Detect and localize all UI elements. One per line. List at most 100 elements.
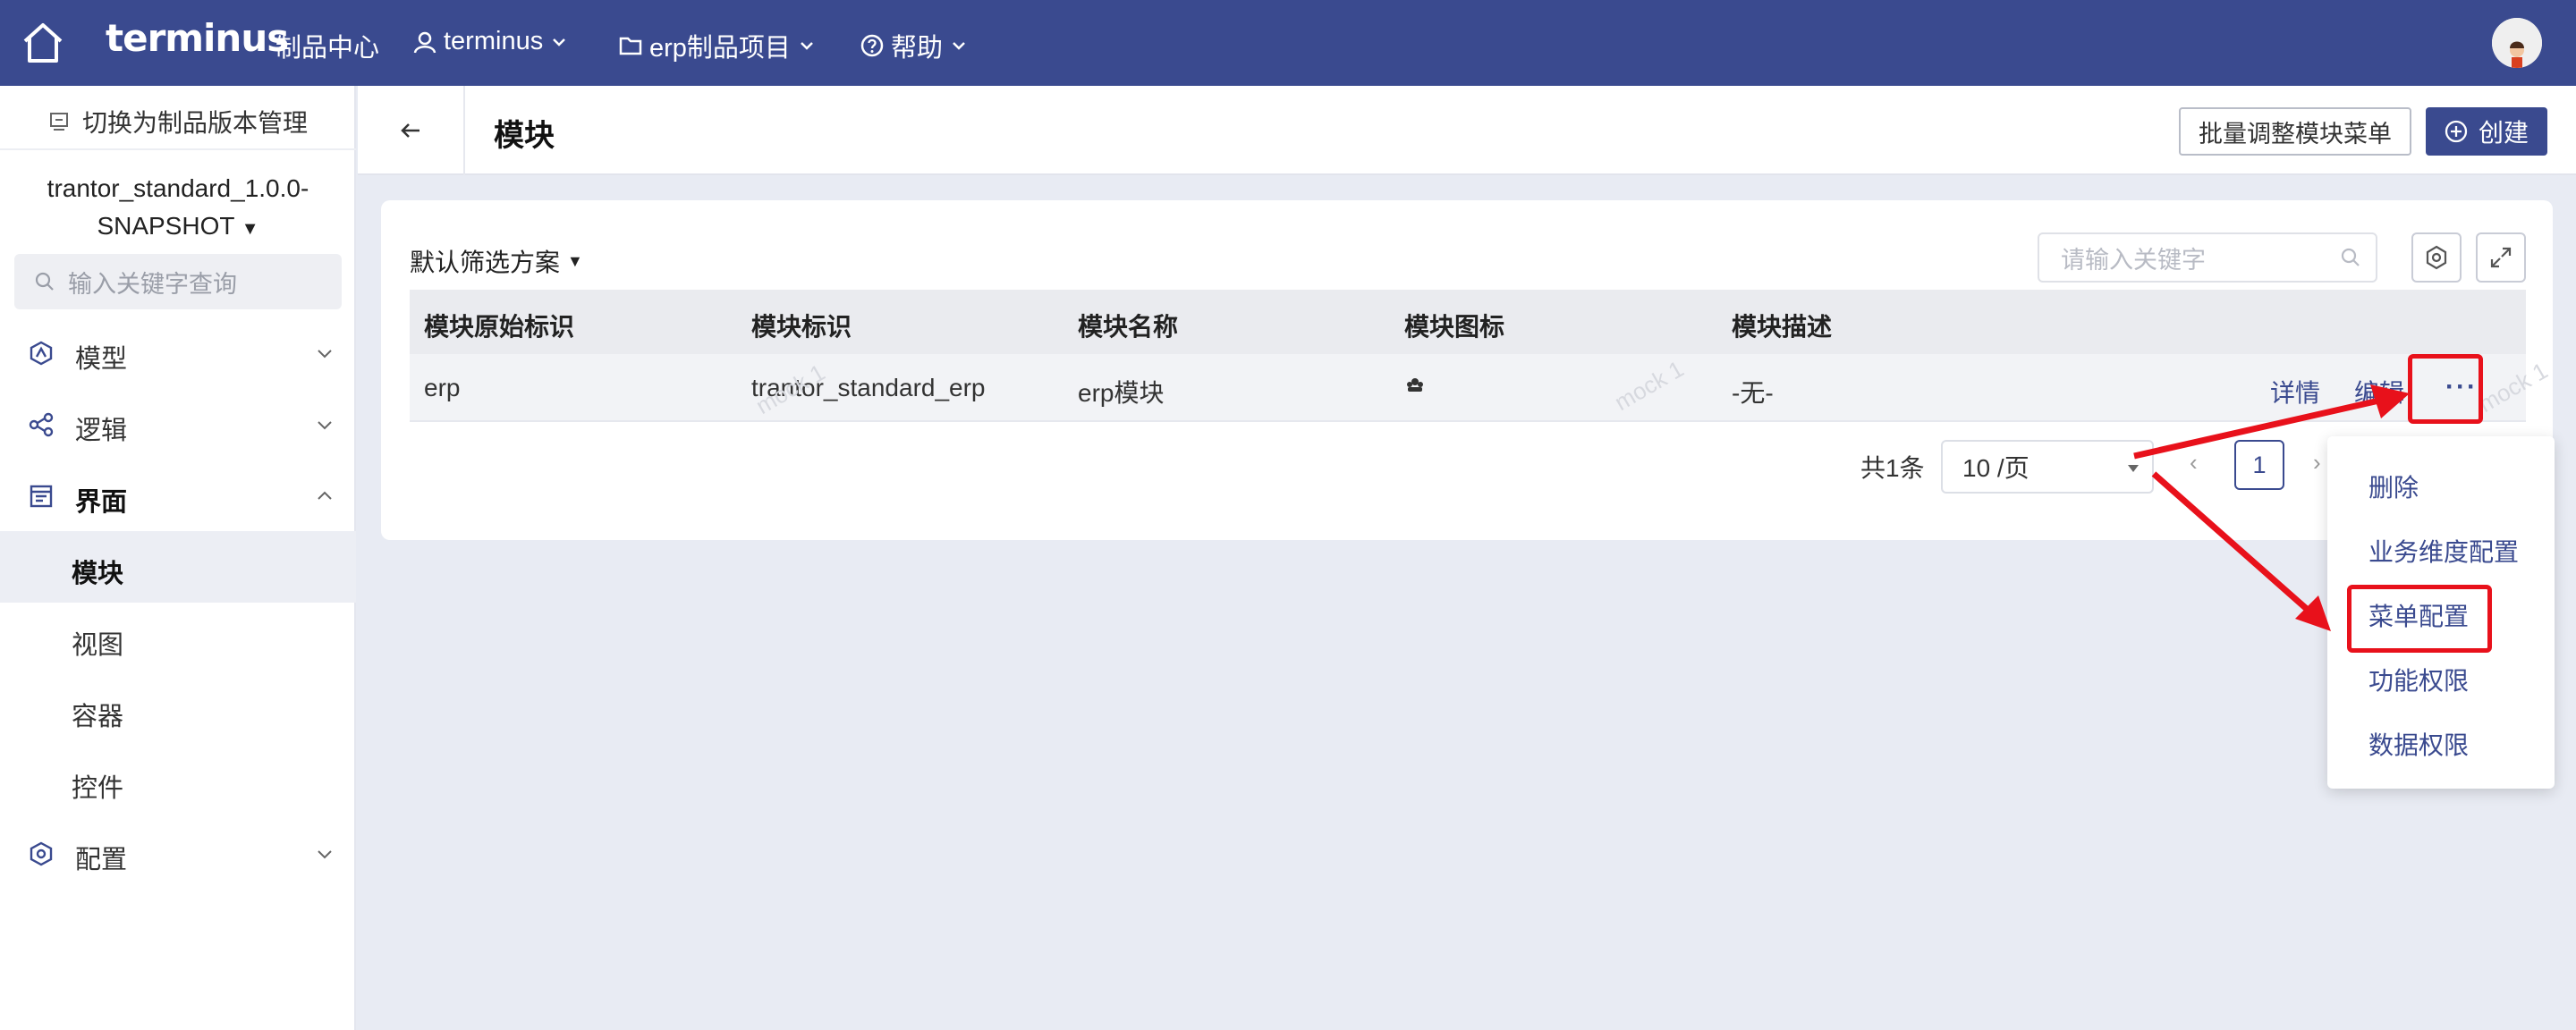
table-settings-button[interactable] bbox=[2411, 232, 2462, 283]
column-header: 模块描述 bbox=[1732, 313, 1833, 341]
fullscreen-button[interactable] bbox=[2476, 232, 2526, 283]
expand-icon bbox=[2490, 247, 2512, 268]
menu-item-business-dimension[interactable]: 业务维度配置 bbox=[2368, 533, 2519, 569]
sidebar-item-label: 模型 bbox=[75, 345, 128, 374]
create-label: 创建 bbox=[2478, 119, 2529, 147]
menu-item-function-permission[interactable]: 功能权限 bbox=[2368, 662, 2469, 697]
sidebar-item-label: 模块 bbox=[72, 560, 124, 588]
sidebar-item-label: 逻辑 bbox=[75, 417, 128, 445]
caret-down-icon: ▼ bbox=[567, 251, 583, 270]
avatar[interactable] bbox=[2492, 18, 2542, 68]
edit-link[interactable]: 编辑 bbox=[2354, 374, 2404, 409]
config-icon bbox=[30, 841, 53, 866]
switch-version-bar: 切换为制品版本管理 bbox=[0, 86, 356, 150]
help-menu[interactable]: 帮助 bbox=[860, 27, 968, 64]
cell-name: erp模块 bbox=[1078, 379, 1165, 407]
project-name: erp制品项目 bbox=[649, 34, 791, 63]
filter-scheme-label: 默认筛选方案 bbox=[410, 249, 561, 276]
back-button[interactable] bbox=[358, 86, 465, 175]
search-icon bbox=[2341, 248, 2360, 266]
next-page-button[interactable]: › bbox=[2313, 449, 2321, 477]
sidebar-item-label: 视图 bbox=[72, 631, 124, 660]
chevron-down-icon bbox=[318, 421, 332, 430]
page-size-value: 10 /页 bbox=[1962, 454, 2029, 482]
arrow-left-icon bbox=[401, 123, 419, 138]
plus-circle-icon bbox=[2445, 120, 2468, 143]
page-title: 模块 bbox=[494, 119, 555, 153]
switch-version-link[interactable]: 切换为制品版本管理 bbox=[0, 104, 356, 139]
sidebar-item-model[interactable]: 模型 bbox=[0, 317, 356, 388]
page-number[interactable]: 1 bbox=[2234, 440, 2284, 490]
prev-page-button[interactable]: ‹ bbox=[2190, 449, 2198, 477]
page-header: 模块 批量调整模块菜单 创建 bbox=[358, 86, 2576, 175]
pagination-total: 共1条 bbox=[1860, 454, 1925, 482]
chevron-down-icon bbox=[318, 350, 332, 359]
table-header: 模块原始标识 模块标识 模块名称 模块图标 模块描述 bbox=[410, 290, 2526, 354]
annotation-highlight-menu-config bbox=[2347, 585, 2492, 653]
project-version-selector[interactable]: trantor_standard_1.0.0- SNAPSHOT ▼ bbox=[0, 170, 356, 248]
sidebar: 切换为制品版本管理 trantor_standard_1.0.0- SNAPSH… bbox=[0, 86, 356, 1030]
chevron-down-icon bbox=[801, 42, 813, 50]
menu-item-data-permission[interactable]: 数据权限 bbox=[2368, 726, 2469, 762]
switch-version-label: 切换为制品版本管理 bbox=[81, 109, 308, 137]
question-icon bbox=[860, 34, 884, 57]
column-header: 模块名称 bbox=[1078, 313, 1179, 341]
chevron-up-icon bbox=[318, 491, 332, 500]
chevron-down-icon bbox=[953, 42, 965, 50]
user-menu[interactable]: terminus bbox=[413, 27, 568, 56]
annotation-highlight-more bbox=[2408, 354, 2483, 424]
project-menu[interactable]: erp制品项目 bbox=[619, 27, 816, 64]
product-center-link[interactable]: 制品中心 bbox=[275, 27, 379, 64]
cell-description: -无- bbox=[1732, 379, 1774, 407]
search-icon bbox=[35, 272, 54, 291]
sidebar-search-placeholder: 输入关键字查询 bbox=[68, 270, 237, 298]
top-navigation-bar: terminus 制品中心 terminus erp制品项目 帮助 bbox=[0, 0, 2576, 86]
sidebar-item-config[interactable]: 配置 bbox=[0, 817, 356, 889]
sidebar-item-view[interactable]: 视图 bbox=[0, 603, 356, 674]
cell-key: trantor_standard_erp bbox=[751, 374, 986, 401]
logic-icon bbox=[29, 412, 54, 437]
menu-item-delete[interactable]: 删除 bbox=[2368, 469, 2419, 504]
detail-link[interactable]: 详情 bbox=[2270, 374, 2320, 409]
project-version-line1: trantor_standard_1.0.0- bbox=[47, 174, 309, 202]
user-icon bbox=[413, 31, 436, 53]
user-name: terminus bbox=[444, 27, 544, 55]
keyword-search-placeholder: 请输入关键字 bbox=[2061, 246, 2206, 274]
column-header: 模块标识 bbox=[751, 313, 852, 341]
keyword-search-input[interactable]: 请输入关键字 bbox=[2038, 232, 2377, 283]
chevron-down-icon bbox=[318, 850, 332, 859]
caret-down-icon: ▼ bbox=[241, 219, 259, 239]
sidebar-item-logic[interactable]: 逻辑 bbox=[0, 388, 356, 460]
module-icon bbox=[1407, 378, 1423, 392]
sidebar-item-label: 界面 bbox=[75, 488, 128, 517]
cell-original-key: erp bbox=[424, 374, 461, 401]
cell-icon bbox=[1404, 374, 1426, 402]
batch-adjust-menu-button[interactable]: 批量调整模块菜单 bbox=[2179, 107, 2411, 156]
folder-icon bbox=[619, 37, 642, 55]
sidebar-item-container[interactable]: 容器 bbox=[0, 674, 356, 746]
sidebar-item-control[interactable]: 控件 bbox=[0, 746, 356, 817]
help-label: 帮助 bbox=[891, 34, 944, 63]
sidebar-search-input[interactable]: 输入关键字查询 bbox=[14, 254, 342, 309]
filter-scheme-selector[interactable]: 默认筛选方案 ▼ bbox=[410, 243, 583, 279]
product-center-label: 制品中心 bbox=[275, 34, 380, 63]
module-table: 模块原始标识 模块标识 模块名称 模块图标 模块描述 erp trantor_s… bbox=[410, 290, 2526, 422]
column-header: 模块原始标识 bbox=[424, 313, 575, 341]
sidebar-item-interface[interactable]: 界面 bbox=[0, 460, 356, 531]
page-size-select[interactable]: 10 /页 bbox=[1941, 440, 2154, 494]
sidebar-item-label: 控件 bbox=[72, 774, 124, 803]
home-icon[interactable] bbox=[20, 20, 66, 66]
page-number-label: 1 bbox=[2252, 451, 2267, 478]
project-version-line2: SNAPSHOT bbox=[97, 212, 234, 240]
brand-logo[interactable]: terminus bbox=[106, 16, 289, 60]
swap-icon bbox=[49, 113, 68, 131]
table-row[interactable]: erp trantor_standard_erp erp模块 -无- 详情 编辑… bbox=[410, 354, 2526, 422]
column-header: 模块图标 bbox=[1404, 313, 1505, 341]
model-icon bbox=[30, 341, 53, 366]
batch-adjust-menu-label: 批量调整模块菜单 bbox=[2199, 120, 2392, 148]
module-list-card: 默认筛选方案 ▼ 请输入关键字 模块原始标识 模块标识 模块名称 模块图标 模块… bbox=[381, 200, 2553, 540]
sidebar-item-label: 容器 bbox=[72, 703, 124, 731]
create-button[interactable]: 创建 bbox=[2426, 107, 2547, 156]
sidebar-item-module[interactable]: 模块 bbox=[0, 531, 356, 603]
gear-icon bbox=[2426, 245, 2447, 270]
